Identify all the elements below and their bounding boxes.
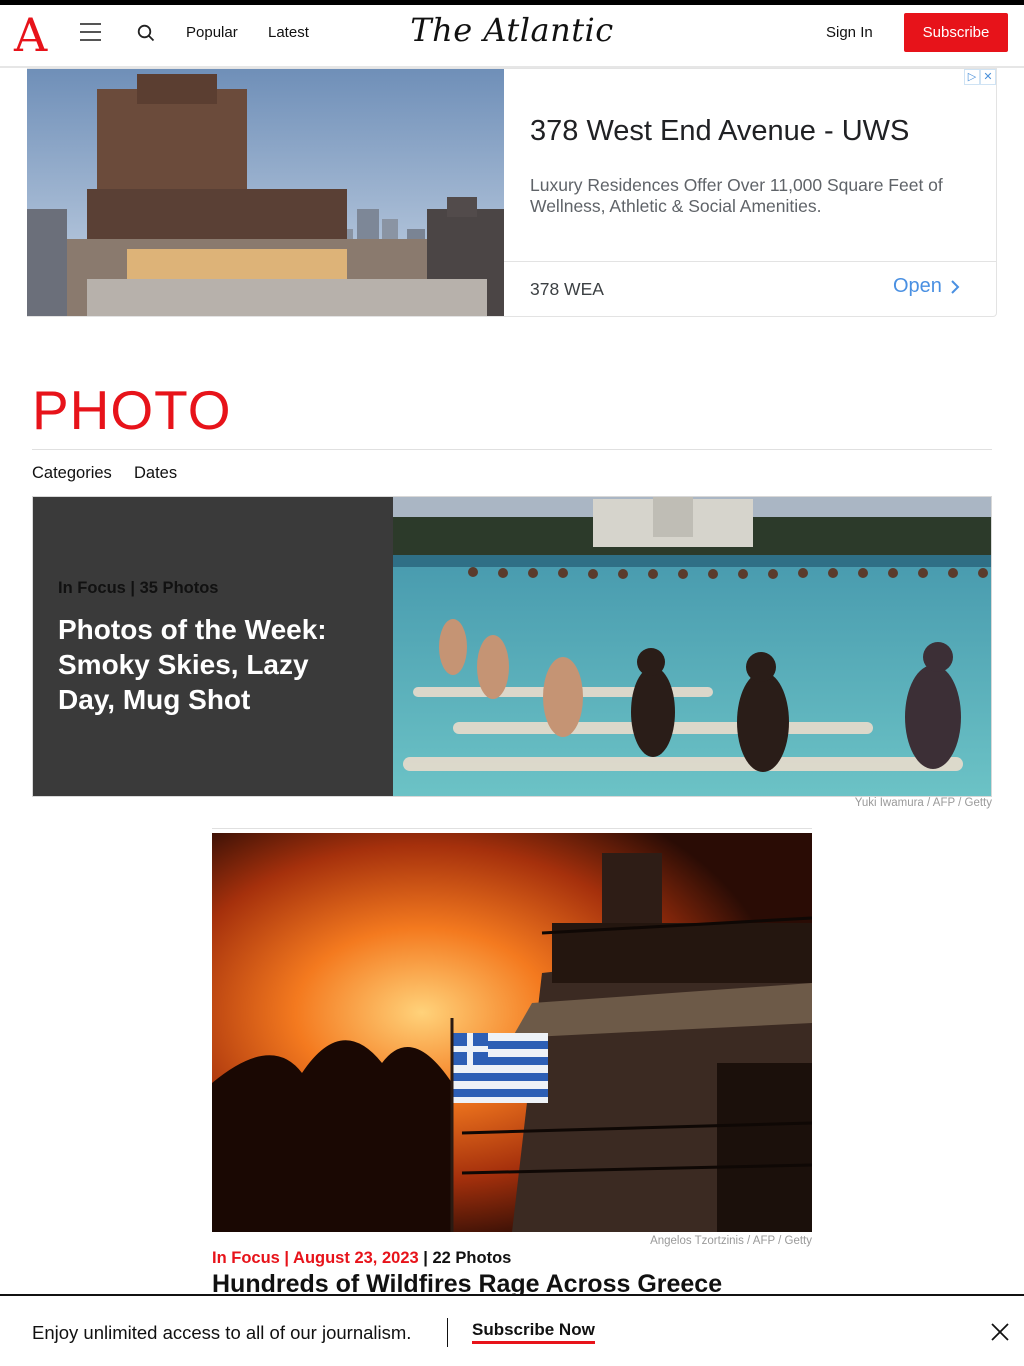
banner-divider xyxy=(447,1318,448,1347)
meta-separator: | xyxy=(418,1249,433,1267)
ad-building-image[interactable] xyxy=(27,69,504,316)
close-icon[interactable]: ✕ xyxy=(980,69,996,85)
story-photo-count: 22 Photos xyxy=(432,1249,512,1267)
subscribe-now-link[interactable]: Subscribe Now xyxy=(472,1320,595,1344)
hero-kicker: In Focus | 35 Photos xyxy=(58,579,219,597)
subscribe-banner: Enjoy unlimited access to all of our jou… xyxy=(0,1294,1024,1366)
banner-text: Enjoy unlimited access to all of our jou… xyxy=(32,1322,412,1343)
ad-description: Luxury Residences Offer Over 11,000 Squa… xyxy=(530,175,943,216)
subscribe-button[interactable]: Subscribe xyxy=(904,13,1008,52)
hero-surfers-image[interactable] xyxy=(393,497,991,796)
story-meta: In Focus | August 23, 2023 | 22 Photos xyxy=(212,1249,511,1268)
hero-text: In Focus | 35 Photos Photos of the Week:… xyxy=(58,579,358,717)
ad-open-button[interactable]: Open xyxy=(893,275,960,298)
section-divider xyxy=(32,449,992,450)
meta-separator: | xyxy=(279,1249,294,1267)
categories-link[interactable]: Categories xyxy=(32,464,112,483)
hero-headline[interactable]: Photos of the Week: Smoky Skies, Lazy Da… xyxy=(58,612,358,717)
dates-link[interactable]: Dates xyxy=(134,464,177,483)
wildfire-image[interactable] xyxy=(212,833,812,1232)
chevron-right-icon xyxy=(951,279,960,294)
adchoices-icon[interactable]: ▷ xyxy=(964,69,980,85)
section-title: PHOTO xyxy=(32,379,232,441)
story-photo-credit: Angelos Tzortzinis / AFP / Getty xyxy=(650,1235,812,1247)
ad-open-label: Open xyxy=(893,275,942,297)
sign-in-link[interactable]: Sign In xyxy=(826,24,873,41)
hero-photo-credit: Yuki Iwamura / AFP / Getty xyxy=(854,797,992,809)
story-date: August 23, 2023 xyxy=(293,1249,419,1267)
advertisement[interactable]: ▷ ✕ 378 West End Avenue - UWS Luxury Res… xyxy=(27,68,997,317)
close-icon[interactable] xyxy=(990,1322,1010,1342)
ad-controls: ▷ ✕ xyxy=(964,69,996,85)
site-header: A Popular Latest The Atlantic Sign In Su… xyxy=(0,5,1024,68)
story-divider xyxy=(212,828,812,829)
story-section-link[interactable]: In Focus xyxy=(212,1249,280,1267)
ad-advertiser: 378 WEA xyxy=(530,279,604,299)
ad-title[interactable]: 378 West End Avenue - UWS xyxy=(530,115,909,148)
ad-divider xyxy=(504,261,996,262)
hero-story[interactable]: In Focus | 35 Photos Photos of the Week:… xyxy=(32,496,992,797)
